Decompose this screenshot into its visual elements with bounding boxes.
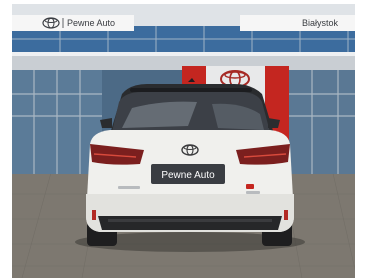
- license-plate-text: Pewne Auto: [161, 170, 215, 181]
- car-photo-svg: Pewne Auto Białystok Pewne Auto: [12, 4, 367, 278]
- canopy-edge: [12, 52, 367, 56]
- right-reflector: [284, 210, 288, 220]
- car-photo: Pewne Auto Białystok Pewne Auto: [12, 4, 367, 278]
- right-sign-text: Białystok: [302, 18, 339, 28]
- rear-diffuser: [98, 216, 282, 230]
- left-rear-badge: [118, 186, 140, 189]
- diffuser-highlight: [108, 219, 272, 222]
- hybrid-badge: [246, 191, 260, 194]
- right-margin: [355, 0, 367, 278]
- left-sign-text: Pewne Auto: [67, 18, 115, 28]
- left-reflector: [92, 210, 96, 220]
- roof-spoiler: [130, 88, 252, 92]
- right-rear-badge: [246, 184, 254, 189]
